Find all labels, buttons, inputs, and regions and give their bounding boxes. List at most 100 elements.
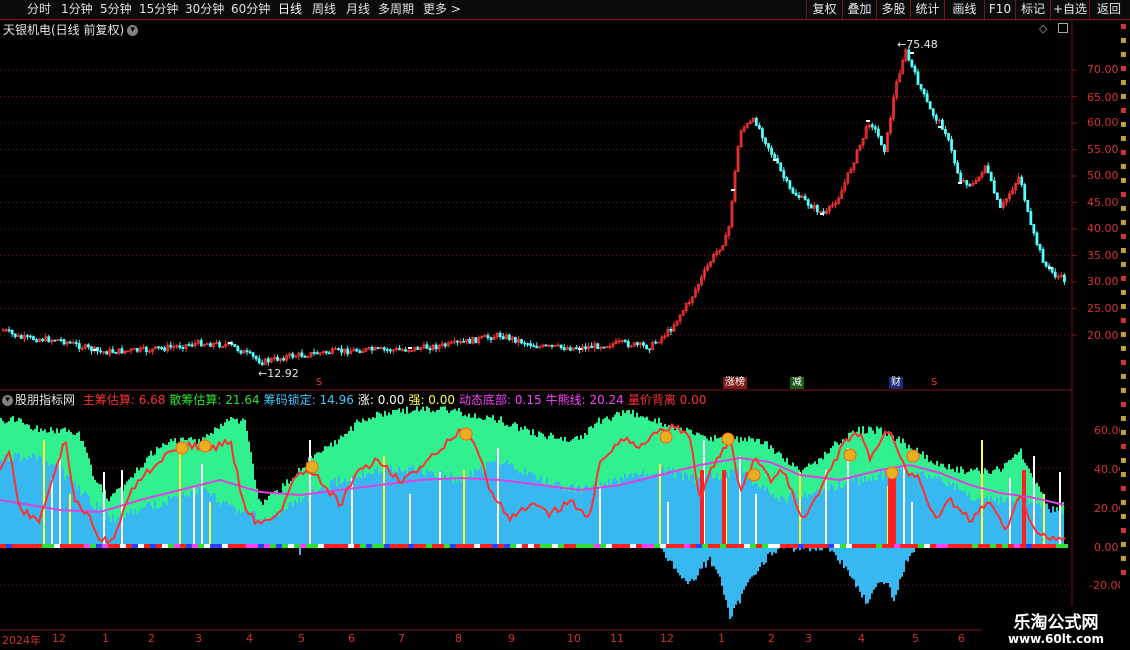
indicator-item: 动态底部: 0.15	[459, 393, 542, 407]
baseline-segment	[306, 544, 312, 548]
candle-body	[1032, 224, 1036, 234]
baseline-segment	[846, 544, 852, 548]
indicator-item: 牛熊线: 20.24	[545, 393, 624, 407]
baseline-segment	[402, 544, 408, 548]
add-watchlist-button[interactable]: +自选	[1050, 0, 1089, 19]
baseline-segment	[36, 544, 42, 548]
baseline-segment	[426, 544, 432, 548]
date-tick: 3	[195, 632, 202, 645]
baseline-segment	[240, 544, 246, 548]
baseline-segment	[678, 544, 684, 548]
candle-body	[443, 343, 447, 347]
multi-stock-button[interactable]: 多股	[876, 0, 910, 19]
right-info-strip: ▪ ▪ ▪ ▪ ▪ ▪ ▪ ▪ ▪ ▪ ▪ ▪ ▪ ▪ ▪ ▪ ▪ ▪ ▪ ▪ ▪ ▪ ▪ ▪ ▪ ▪ ▪ ▪ ▪ ▪ ▪ ▪ ▪ ▪ ▪ ▪ ▪ ▪ ▪ ▪	[1120, 20, 1130, 632]
divergence-bar	[700, 470, 704, 546]
candle-body	[282, 358, 286, 361]
info-glyph: ▪	[1120, 343, 1127, 354]
info-glyph: ▪	[1120, 413, 1127, 424]
period-tab-30min[interactable]: 30分钟	[185, 1, 224, 18]
kline-chart[interactable]	[0, 0, 1130, 650]
draw-line-button[interactable]: 画线	[944, 0, 984, 19]
candle-body	[520, 339, 523, 344]
candle-body	[22, 335, 26, 339]
event-marker[interactable]: S	[314, 377, 324, 389]
period-tab-fenshi[interactable]: 分时	[27, 1, 51, 18]
candle-body	[910, 59, 914, 67]
period-tab-5min[interactable]: 5分钟	[100, 1, 132, 18]
candle-body	[321, 351, 325, 354]
fuquan-button[interactable]: 复权	[806, 0, 842, 19]
candle-body	[4, 329, 8, 332]
doji-mark	[820, 213, 824, 215]
candle-body	[99, 350, 102, 353]
candle-body	[123, 350, 127, 354]
baseline-segment	[456, 544, 462, 548]
candle-body	[276, 356, 279, 361]
indicator-menu-icon[interactable]: ▾	[2, 395, 13, 406]
period-tab-1min[interactable]: 1分钟	[61, 1, 93, 18]
date-tick: 2	[148, 632, 155, 645]
divergence-bar	[722, 470, 726, 546]
event-marker-jian[interactable]: 减	[790, 377, 804, 389]
info-glyph: ▪	[1120, 315, 1127, 326]
baseline-segment	[492, 544, 498, 548]
baseline-segment	[972, 544, 978, 548]
candle-body	[166, 344, 170, 351]
candle-body	[65, 341, 69, 345]
period-tab-monthly[interactable]: 月线	[346, 1, 370, 18]
period-tab-15min[interactable]: 15分钟	[139, 1, 178, 18]
candle-body	[297, 352, 301, 357]
baseline-segment	[132, 544, 138, 548]
candle-body	[934, 115, 938, 121]
doji-mark	[910, 52, 914, 54]
baseline-segment	[438, 544, 444, 548]
baseline-segment	[390, 544, 396, 548]
indicator-name: 股朋指标网	[15, 393, 76, 407]
candle-body	[690, 296, 694, 303]
diamond-icon[interactable]: ◇	[1039, 22, 1047, 35]
candle-body	[812, 205, 816, 209]
period-tab-daily[interactable]: 日线	[278, 1, 302, 18]
candle-body	[184, 344, 188, 349]
period-tab-more[interactable]: 更多 >	[423, 1, 461, 18]
candle-body	[873, 126, 877, 130]
candle-body	[553, 345, 557, 347]
period-tab-weekly[interactable]: 周线	[312, 1, 336, 18]
back-button[interactable]: 返回	[1089, 0, 1128, 19]
statistics-button[interactable]: 统计	[910, 0, 944, 19]
baseline-segment	[858, 544, 864, 548]
candle-body	[364, 348, 368, 352]
info-glyph: ▪	[1120, 427, 1127, 438]
candle-body	[35, 339, 38, 343]
baseline-segment	[966, 544, 972, 548]
overlay-button[interactable]: 叠加	[842, 0, 876, 19]
f10-button[interactable]: F10	[984, 0, 1015, 19]
baseline-segment	[468, 544, 474, 548]
date-tick: 1	[102, 632, 109, 645]
mark-button[interactable]: 标记	[1015, 0, 1050, 19]
coin-icon	[906, 449, 920, 463]
period-tab-multi[interactable]: 多周期	[378, 1, 414, 18]
candle-body	[391, 349, 395, 352]
period-tab-60min[interactable]: 60分钟	[231, 1, 270, 18]
candle-body	[303, 355, 307, 358]
event-marker-cai[interactable]: 财	[889, 377, 903, 389]
date-tick: 10	[567, 632, 581, 645]
event-marker[interactable]: S	[929, 377, 939, 389]
baseline-segment	[228, 544, 234, 548]
baseline-segment	[294, 544, 300, 548]
candle-body	[68, 341, 72, 344]
baseline-segment	[282, 544, 288, 548]
baseline-segment	[486, 544, 492, 548]
maximize-icon[interactable]	[1058, 23, 1068, 33]
candle-body	[739, 130, 743, 148]
baseline-segment	[810, 544, 816, 548]
info-glyph: ▪	[1120, 441, 1127, 452]
event-marker-zhangbang[interactable]: 涨榜	[723, 377, 747, 389]
candle-body	[407, 350, 411, 352]
divergence-bar	[1022, 470, 1026, 546]
stock-title: 天银机电(日线 前复权) ▾	[3, 21, 139, 38]
chevron-down-icon[interactable]: ▾	[127, 25, 139, 36]
baseline-segment	[522, 544, 528, 548]
yaxis-tick: 65.00	[1087, 91, 1119, 104]
